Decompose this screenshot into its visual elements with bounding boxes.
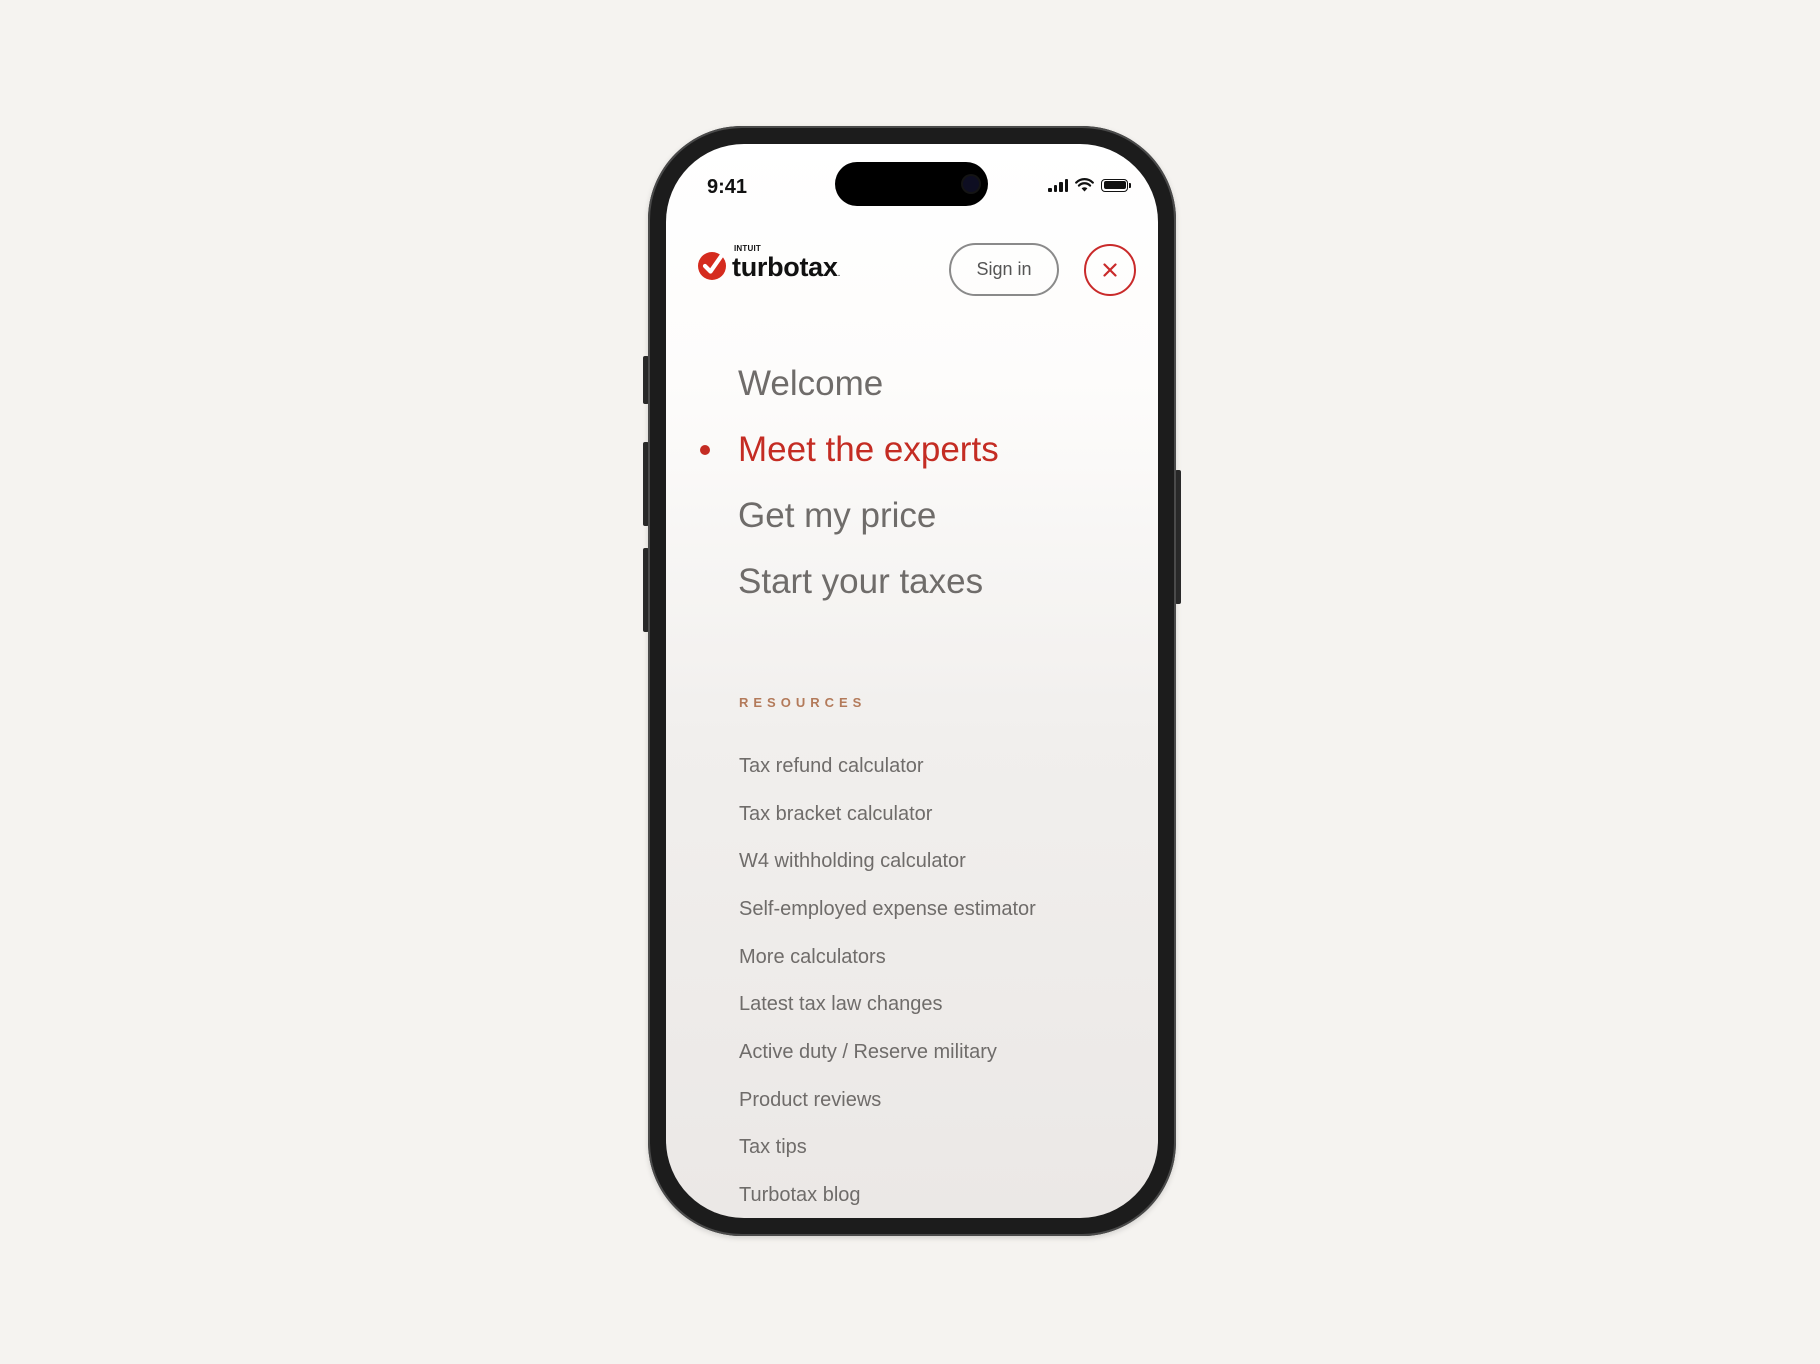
resource-link-tax-refund-calculator[interactable]: Tax refund calculator (739, 756, 924, 776)
header: INTUIT turbotax. Sign in (666, 236, 1158, 306)
resources-heading: RESOURCES (739, 695, 867, 710)
logo-wordmark: INTUIT turbotax. (732, 244, 841, 282)
resource-link-more-calculators[interactable]: More calculators (739, 947, 886, 967)
status-icons (1048, 178, 1131, 192)
turbotax-logo[interactable]: INTUIT turbotax. (697, 244, 841, 282)
sign-in-button[interactable]: Sign in (949, 243, 1059, 296)
nav-item-get-my-price[interactable]: Get my price (738, 498, 936, 533)
nav-item-meet-the-experts[interactable]: Meet the experts (738, 432, 999, 467)
resource-link-turbotax-blog[interactable]: Turbotax blog (739, 1185, 861, 1205)
resource-link-tax-tips[interactable]: Tax tips (739, 1137, 807, 1157)
checkmark-logo-icon (698, 251, 726, 280)
nav-item-start-your-taxes[interactable]: Start your taxes (738, 564, 983, 599)
status-bar: 9:41 (666, 144, 1158, 224)
logo-dot: . (837, 268, 841, 279)
phone-screen: 9:41 INTUIT turbotax. Sign in Welcome Me… (666, 144, 1158, 1218)
status-time: 9:41 (707, 176, 748, 198)
resource-link-w4-withholding-calculator[interactable]: W4 withholding calculator (739, 851, 966, 871)
logo-intuit-text: INTUIT (734, 244, 761, 253)
resource-link-product-reviews[interactable]: Product reviews (739, 1090, 881, 1110)
wifi-icon (1075, 178, 1094, 192)
close-menu-button[interactable] (1084, 244, 1136, 296)
resource-link-tax-bracket-calculator[interactable]: Tax bracket calculator (739, 804, 932, 824)
active-nav-bullet (700, 445, 710, 455)
resource-link-latest-tax-law-changes[interactable]: Latest tax law changes (739, 994, 942, 1014)
close-icon (1103, 263, 1117, 277)
resource-link-active-duty-reserve-military[interactable]: Active duty / Reserve military (739, 1042, 997, 1062)
battery-icon (1101, 178, 1131, 192)
cellular-signal-icon (1048, 178, 1068, 192)
camera-icon (963, 176, 979, 192)
logo-turbotax-text: turbotax (732, 252, 838, 282)
nav-item-welcome[interactable]: Welcome (738, 366, 883, 401)
dynamic-island (835, 162, 988, 206)
resource-link-self-employed-expense-estimator[interactable]: Self-employed expense estimator (739, 899, 1036, 919)
